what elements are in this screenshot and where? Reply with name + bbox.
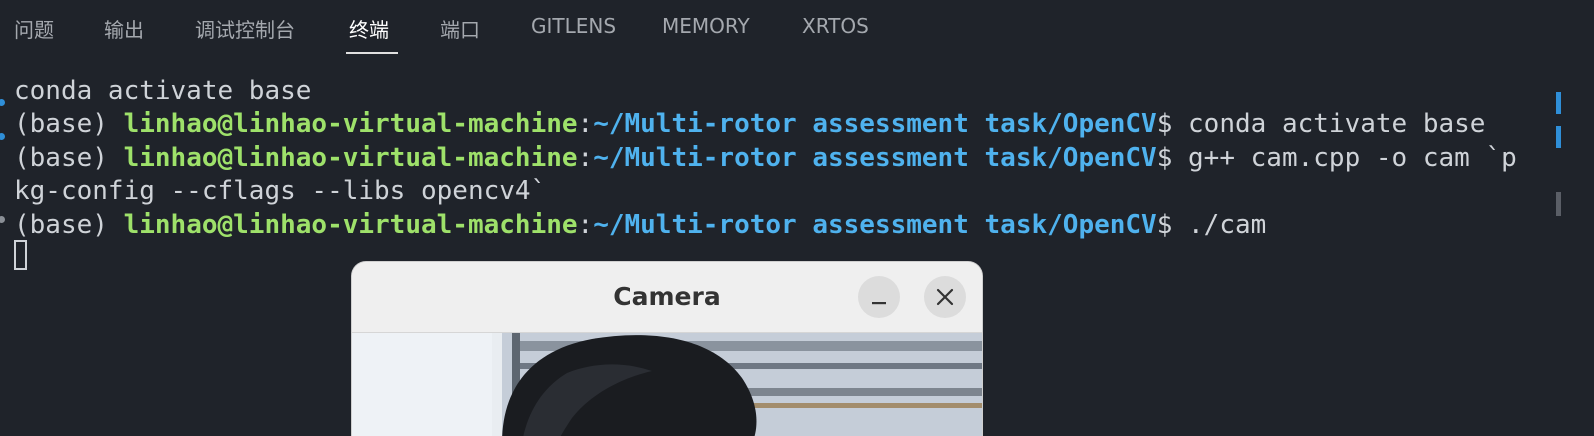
close-icon bbox=[936, 288, 954, 306]
camera-window[interactable]: Camera bbox=[352, 262, 982, 436]
terminal-line: kg-config --cflags --libs opencv4` bbox=[14, 176, 547, 206]
terminal-line: (base) linhao@linhao-virtual-machine:~/M… bbox=[14, 210, 1267, 240]
command-success-decoration-icon[interactable] bbox=[0, 99, 5, 106]
command-success-decoration-icon[interactable] bbox=[0, 133, 5, 140]
tab-memory[interactable]: MEMORY bbox=[662, 14, 750, 38]
terminal-line: (base) linhao@linhao-virtual-machine:~/M… bbox=[14, 109, 1486, 139]
minimize-icon bbox=[872, 302, 886, 305]
terminal-cursor bbox=[14, 240, 27, 270]
terminal-line: (base) linhao@linhao-virtual-machine:~/M… bbox=[14, 143, 1517, 173]
tab-ports[interactable]: 端口 bbox=[440, 14, 480, 43]
command-running-decoration-icon[interactable] bbox=[0, 216, 5, 223]
overview-ruler-marker bbox=[1556, 126, 1561, 148]
close-button[interactable] bbox=[924, 276, 966, 318]
tab-output[interactable]: 输出 bbox=[104, 14, 144, 43]
terminal-line: conda activate base bbox=[14, 76, 312, 106]
camera-window-titlebar[interactable]: Camera bbox=[352, 262, 982, 333]
active-tab-indicator bbox=[346, 52, 398, 54]
tab-gitlens[interactable]: GITLENS bbox=[531, 14, 616, 38]
camera-feed-image bbox=[352, 333, 982, 436]
tab-xrtos[interactable]: XRTOS bbox=[802, 14, 869, 38]
panel-tab-bar: 问题 输出 调试控制台 终端 端口 GITLENS MEMORY XRTOS bbox=[0, 0, 1594, 58]
scrollbar-thumb[interactable] bbox=[1556, 192, 1561, 216]
minimize-button[interactable] bbox=[858, 276, 900, 318]
overview-ruler-marker bbox=[1556, 92, 1561, 114]
tab-terminal[interactable]: 终端 bbox=[349, 14, 389, 43]
tab-debug-console[interactable]: 调试控制台 bbox=[195, 14, 295, 43]
camera-feed-picture bbox=[352, 333, 982, 436]
tab-problems[interactable]: 问题 bbox=[14, 14, 54, 43]
